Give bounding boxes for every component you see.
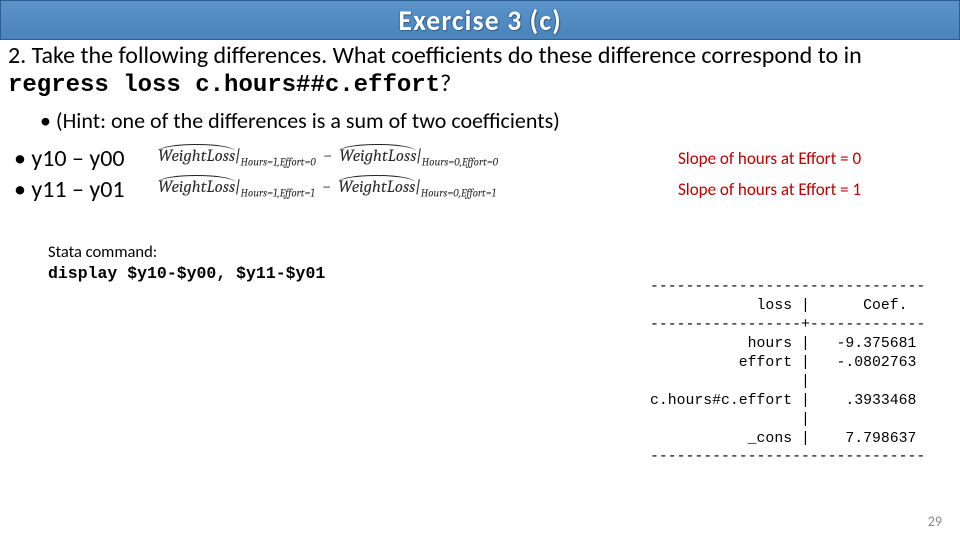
eq-lhs-var: WeightLoss [158,147,235,166]
prompt-tail: ? [440,69,451,98]
eq-lhs-sub: Hours=1,Effort=0 [240,156,315,169]
slide-title: Exercise 3 (c) [398,3,561,38]
prompt-lead: 2. Take the following differences. What … [8,41,862,70]
difference-row: • y11 – y01 WeightLoss|Hours=1,Effort=1 … [8,175,952,204]
hint-text: • (Hint: one of the differences is a sum… [40,107,952,134]
eq-rhs-var: WeightLoss [338,178,415,197]
diff-equation: WeightLoss|Hours=1,Effort=1 − WeightLoss… [158,178,668,199]
page-number: 29 [928,513,942,530]
eq-rhs-var: WeightLoss [339,147,416,166]
eq-lhs-sub: Hours=1,Effort=1 [240,187,314,200]
eq-rhs-sub: Hours=0,Effort=0 [422,156,498,169]
diff-bullet: • y11 – y01 [8,175,158,204]
stata-label: Stata command: [48,242,952,262]
diff-equation: WeightLoss|Hours=1,Effort=0 − WeightLoss… [158,147,668,168]
slope-annotation: Slope of hours at Effort = 0 [678,148,861,169]
difference-row: • y10 – y00 WeightLoss|Hours=1,Effort=0 … [8,144,952,173]
slope-annotation: Slope of hours at Effort = 1 [678,179,861,200]
prompt-code: regress loss c.hours##c.effort [8,72,440,99]
stata-block: Stata command: display $y10-$y00, $y11-$… [48,242,952,283]
eq-rhs-sub: Hours=0,Effort=1 [421,187,496,200]
diff-bullet: • y10 – y00 [8,144,158,173]
coefficient-table: ------------------------------- loss | C… [650,278,960,467]
question-prompt: 2. Take the following differences. What … [8,42,952,101]
title-bar: Exercise 3 (c) [0,0,960,40]
eq-lhs-var: WeightLoss [158,178,235,197]
